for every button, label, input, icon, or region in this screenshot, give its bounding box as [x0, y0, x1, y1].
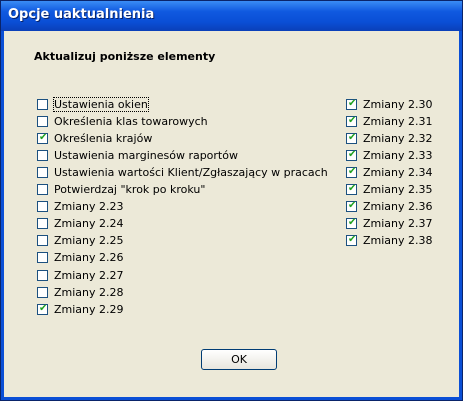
checkbox-label: Zmiany 2.32 — [363, 131, 433, 145]
checkbox[interactable] — [37, 184, 48, 195]
checkmark-icon: ✔ — [348, 217, 357, 229]
checkmark-icon: ✔ — [348, 200, 357, 212]
checkbox-label: Zmiany 2.29 — [54, 302, 124, 316]
checkmark-icon: ✔ — [39, 302, 48, 314]
checkbox-row[interactable]: Zmiany 2.24 — [37, 217, 124, 231]
dialog-body — [4, 31, 459, 397]
checkbox-label: Zmiany 2.23 — [54, 200, 124, 214]
checkbox-row[interactable]: ✔ Zmiany 2.36 — [346, 200, 433, 214]
checkbox-row[interactable]: Określenia klas towarowych — [37, 114, 208, 128]
checkbox[interactable]: ✔ — [37, 302, 48, 315]
checkbox-label: Potwierdzaj "krok po kroku" — [54, 183, 206, 196]
checkbox[interactable] — [37, 115, 48, 127]
checkbox-label: Zmiany 2.35 — [363, 183, 433, 196]
checkmark-icon: ✔ — [348, 114, 357, 126]
checkmark-icon: ✔ — [348, 165, 357, 177]
checkbox[interactable]: ✔ — [346, 165, 357, 178]
checkbox-row[interactable]: ✔ Zmiany 2.35 — [346, 183, 433, 197]
checkmark-icon: ✔ — [348, 234, 357, 246]
checkmark-icon: ✔ — [348, 97, 357, 109]
checkbox-label: Ustawienia marginesów raportów — [54, 148, 238, 162]
checkbox-label: Zmiany 2.25 — [54, 234, 124, 248]
checkbox-row[interactable]: Zmiany 2.28 — [37, 285, 124, 299]
checkbox-label: Zmiany 2.31 — [363, 114, 433, 128]
checkbox-label: Zmiany 2.38 — [363, 234, 433, 248]
checkbox-row[interactable]: ✔ Zmiany 2.32 — [346, 131, 433, 145]
checkbox[interactable] — [37, 201, 48, 213]
checkbox-row[interactable]: ✔ Zmiany 2.31 — [346, 114, 433, 128]
checkbox[interactable]: ✔ — [346, 200, 357, 213]
checkbox[interactable] — [37, 98, 48, 110]
checkbox-label: Zmiany 2.33 — [363, 148, 433, 162]
window-border-right — [459, 31, 462, 400]
checkbox-row[interactable]: Zmiany 2.26 — [37, 251, 124, 265]
checkbox-row[interactable]: Zmiany 2.27 — [37, 268, 124, 282]
checkbox-row[interactable]: Potwierdzaj "krok po kroku" — [37, 183, 205, 197]
checkbox[interactable] — [37, 166, 48, 178]
checkbox-row[interactable]: Zmiany 2.23 — [37, 200, 124, 214]
checkbox[interactable]: ✔ — [346, 183, 357, 195]
checkmark-icon: ✔ — [348, 183, 357, 194]
checkbox-row[interactable]: Zmiany 2.25 — [37, 234, 124, 248]
checkbox-label: Zmiany 2.37 — [363, 217, 433, 231]
checkbox-label: Ustawienia okien — [53, 96, 149, 112]
checkbox-row[interactable]: Ustawienia okien — [37, 96, 149, 112]
checkbox-row[interactable]: ✔ Zmiany 2.37 — [346, 217, 433, 231]
checkbox-label: Zmiany 2.28 — [54, 285, 124, 299]
checkbox-label: Ustawienia wartości Klient/Zgłaszający w… — [54, 165, 328, 179]
checkbox-row[interactable]: ✔ Zmiany 2.38 — [346, 234, 433, 248]
checkbox-row[interactable]: ✔ Zmiany 2.30 — [346, 97, 433, 111]
checkbox[interactable] — [37, 269, 48, 281]
checkbox-row[interactable]: ✔ Zmiany 2.34 — [346, 165, 433, 179]
checkbox[interactable] — [37, 252, 48, 264]
checkbox-row[interactable]: ✔ Zmiany 2.33 — [346, 148, 433, 162]
window-title: Opcje uaktualnienia — [8, 7, 155, 22]
checkbox[interactable] — [37, 235, 48, 247]
checkbox[interactable]: ✔ — [346, 131, 357, 144]
title-bar[interactable]: Opcje uaktualnienia — [1, 1, 462, 31]
checkbox-label: Zmiany 2.24 — [54, 217, 124, 231]
checkbox-label: Zmiany 2.27 — [54, 268, 124, 282]
checkbox[interactable]: ✔ — [346, 97, 357, 110]
checkbox[interactable]: ✔ — [346, 148, 357, 161]
checkbox-label: Określenia krajów — [54, 131, 153, 145]
checkbox-row[interactable]: Ustawienia wartości Klient/Zgłaszający w… — [37, 165, 328, 179]
checkmark-icon: ✔ — [39, 131, 48, 143]
checkbox[interactable]: ✔ — [346, 234, 357, 247]
checkmark-icon: ✔ — [348, 148, 357, 160]
checkbox-label: Zmiany 2.34 — [363, 165, 433, 179]
checkbox-label: Zmiany 2.30 — [363, 97, 433, 111]
section-heading: Aktualizuj poniższe elementy — [34, 50, 216, 63]
checkbox-row[interactable]: ✔ Określenia krajów — [37, 131, 152, 145]
checkbox-row[interactable]: Ustawienia marginesów raportów — [37, 148, 238, 162]
checkbox-label: Określenia klas towarowych — [54, 114, 208, 128]
checkbox[interactable]: ✔ — [37, 131, 48, 144]
checkbox[interactable] — [37, 218, 48, 230]
checkbox[interactable] — [37, 286, 48, 298]
checkbox[interactable] — [37, 149, 48, 161]
checkbox[interactable]: ✔ — [346, 114, 357, 127]
checkmark-icon: ✔ — [348, 131, 357, 143]
window-border-bottom — [1, 397, 462, 400]
checkbox-label: Zmiany 2.26 — [54, 251, 124, 265]
dialog-window: Opcje uaktualnienia Aktualizuj poniższe … — [0, 0, 463, 401]
checkbox[interactable]: ✔ — [346, 217, 357, 230]
ok-button[interactable]: OK — [201, 349, 277, 370]
checkbox-row[interactable]: ✔ Zmiany 2.29 — [37, 302, 124, 316]
checkbox-label: Zmiany 2.36 — [363, 200, 433, 214]
